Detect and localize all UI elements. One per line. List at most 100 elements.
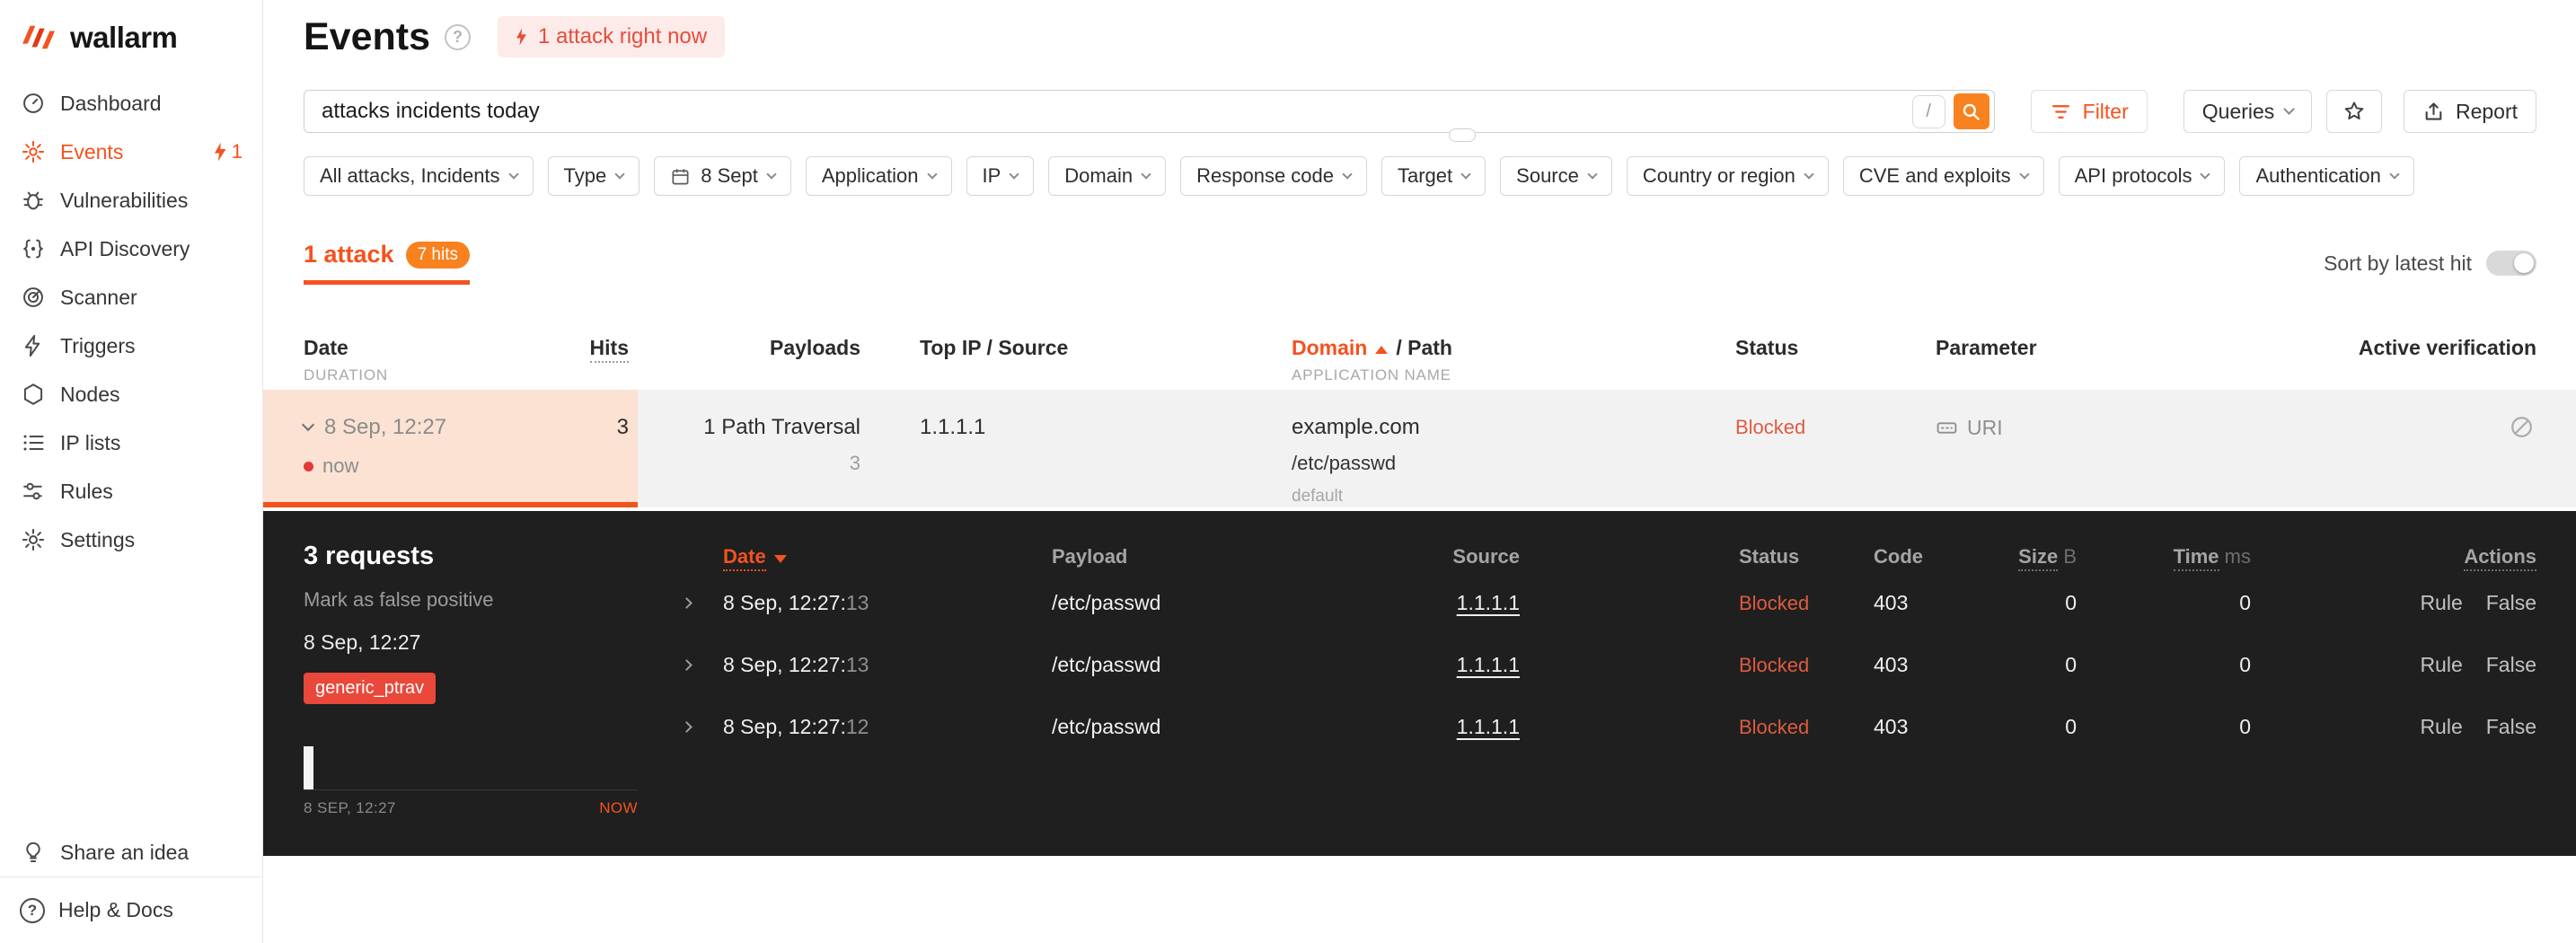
sidebar-item-nodes[interactable]: Nodes (0, 370, 262, 419)
source-ip-link[interactable]: 1.1.1.1 (1457, 591, 1520, 614)
attack-domain[interactable]: example.com (1292, 414, 1735, 441)
sidebar-item-events[interactable]: Events 1 (0, 128, 262, 176)
report-button[interactable]: Report (2403, 90, 2536, 133)
false-action-link[interactable]: False (2486, 591, 2536, 615)
cell-top-ip[interactable]: 1.1.1.1 (860, 414, 1292, 441)
chevron-right-icon[interactable] (681, 659, 693, 671)
rule-action-link[interactable]: Rule (2420, 591, 2462, 615)
timeline-start-label: 8 SEP, 12:27 (304, 799, 396, 816)
request-code: 403 (1874, 653, 1909, 676)
report-button-label: Report (2455, 99, 2518, 123)
chevron-down-icon (1009, 168, 1019, 180)
gear-icon (20, 526, 47, 553)
chevron-down-icon (1804, 168, 1814, 180)
application-name: default (1292, 487, 1344, 506)
sidebar-item-settings[interactable]: Settings (0, 516, 262, 564)
cell-active-verification[interactable] (2295, 414, 2536, 440)
column-header-active-verification: Active verification (2358, 336, 2536, 359)
filter-chip-api-protocols[interactable]: API protocols (2058, 156, 2226, 196)
chevron-down-icon (614, 168, 625, 180)
filter-chip-target[interactable]: Target (1381, 156, 1486, 196)
live-attack-badge[interactable]: 1 attack right now (498, 16, 726, 57)
bolt-icon (214, 142, 226, 162)
false-action-link[interactable]: False (2486, 715, 2536, 739)
column-header-request-status: Status (1739, 545, 1800, 568)
attack-path: /etc/passwd (1292, 452, 1397, 474)
sidebar-item-label: API Discovery (60, 236, 190, 260)
question-circle-icon: ? (20, 897, 45, 923)
column-header-time[interactable]: Time ms (2077, 545, 2251, 571)
chevron-down-icon (2389, 168, 2400, 180)
query-collapse-handle[interactable] (1449, 128, 1476, 142)
filter-chip-response-code[interactable]: Response code (1180, 156, 1367, 196)
help-docs-button[interactable]: ? Help & Docs (0, 877, 262, 943)
sidebar-nav: Dashboard Events 1 Vulnerabilities API D… (0, 75, 262, 828)
filter-chip-application[interactable]: Application (805, 156, 952, 196)
request-row[interactable]: 8 Sep, 12:27:13 /etc/passwd 1.1.1.1 Bloc… (681, 634, 2536, 696)
column-header-actions: Actions (2251, 545, 2536, 571)
sidebar-item-ip-lists[interactable]: IP lists (0, 419, 262, 467)
sidebar-item-rules[interactable]: Rules (0, 467, 262, 516)
source-ip-link[interactable]: 1.1.1.1 (1457, 715, 1520, 738)
events-icon (20, 138, 47, 165)
filter-chip-country[interactable]: Country or region (1626, 156, 1829, 196)
search-input[interactable] (304, 99, 1912, 124)
filter-button[interactable]: Filter (2030, 90, 2148, 133)
column-header-request-date[interactable]: Date (723, 545, 1052, 571)
chevron-right-icon[interactable] (681, 597, 693, 609)
queries-button[interactable]: Queries (2183, 90, 2313, 133)
column-header-top-ip: Top IP / Source (920, 336, 1069, 359)
sidebar-item-scanner[interactable]: Scanner (0, 273, 262, 322)
sidebar-item-triggers[interactable]: Triggers (0, 322, 262, 370)
rule-action-link[interactable]: Rule (2420, 715, 2462, 739)
sidebar-item-dashboard[interactable]: Dashboard (0, 79, 262, 128)
attack-row[interactable]: 8 Sep, 12:27 now 3 1 Path Traversal 3 1.… (263, 390, 2576, 507)
star-icon (2344, 101, 2364, 119)
help-icon[interactable]: ? (445, 23, 472, 50)
attacks-tab[interactable]: 1 attack 7 hits (304, 241, 470, 285)
request-time-ms: 0 (2239, 715, 2251, 738)
filter-chip-date[interactable]: 8 Sept (654, 156, 791, 196)
filters-row: All attacks, Incidents Type 8 Sept Appli… (304, 156, 2536, 196)
sidebar-item-label: Scanner (60, 285, 137, 309)
sidebar-item-api-discovery[interactable]: API Discovery (0, 225, 262, 273)
filter-chip-source[interactable]: Source (1500, 156, 1612, 196)
request-actions: Rule False (2251, 715, 2536, 739)
column-header-parameter: Parameter (1936, 336, 2037, 359)
filter-chip-cve[interactable]: CVE and exploits (1842, 156, 2044, 196)
mark-false-positive-link[interactable]: Mark as false positive (304, 588, 683, 612)
wallarm-logo[interactable]: wallarm (0, 0, 262, 75)
filter-chip-authentication[interactable]: Authentication (2239, 156, 2414, 196)
filter-chip-ip[interactable]: IP (966, 156, 1035, 196)
chevron-down-icon (766, 168, 777, 180)
attack-duration: now (322, 454, 359, 477)
request-row[interactable]: 8 Sep, 12:27:13 /etc/passwd 1.1.1.1 Bloc… (681, 572, 2536, 634)
column-header-size[interactable]: Size B (1963, 545, 2077, 571)
lightning-icon (20, 332, 47, 359)
favorites-button[interactable] (2326, 90, 2382, 133)
chevron-down-icon[interactable] (301, 418, 315, 432)
page-title: Events (304, 14, 431, 58)
false-action-link[interactable]: False (2486, 653, 2536, 677)
attack-type-tag[interactable]: generic_ptrav (304, 673, 437, 704)
payload-type[interactable]: 1 Path Traversal (629, 414, 860, 441)
sort-toggle[interactable] (2486, 251, 2536, 276)
export-icon (2425, 101, 2442, 120)
chevron-right-icon[interactable] (681, 721, 693, 733)
radar-icon (20, 284, 47, 311)
selected-row-indicator (263, 502, 638, 507)
share-idea-button[interactable]: Share an idea (0, 828, 262, 877)
filter-chip-type[interactable]: Type (547, 156, 640, 196)
column-header-status: Status (1735, 336, 1799, 359)
rule-action-link[interactable]: Rule (2420, 653, 2462, 677)
source-ip-link[interactable]: 1.1.1.1 (1457, 653, 1520, 676)
search-button[interactable] (1953, 93, 1989, 129)
filter-chip-domain[interactable]: Domain (1048, 156, 1167, 196)
request-row[interactable]: 8 Sep, 12:27:12 /etc/passwd 1.1.1.1 Bloc… (681, 696, 2536, 758)
column-header-hits[interactable]: Hits (546, 335, 629, 363)
filter-chip-mode[interactable]: All attacks, Incidents (304, 156, 534, 196)
column-header-domain[interactable]: Domain / Path APPLICATION NAME (1292, 335, 1735, 384)
requests-count: 3 requests (304, 542, 435, 570)
sidebar-item-vulnerabilities[interactable]: Vulnerabilities (0, 176, 262, 225)
sidebar-footer: Share an idea ? Help & Docs (0, 828, 262, 943)
